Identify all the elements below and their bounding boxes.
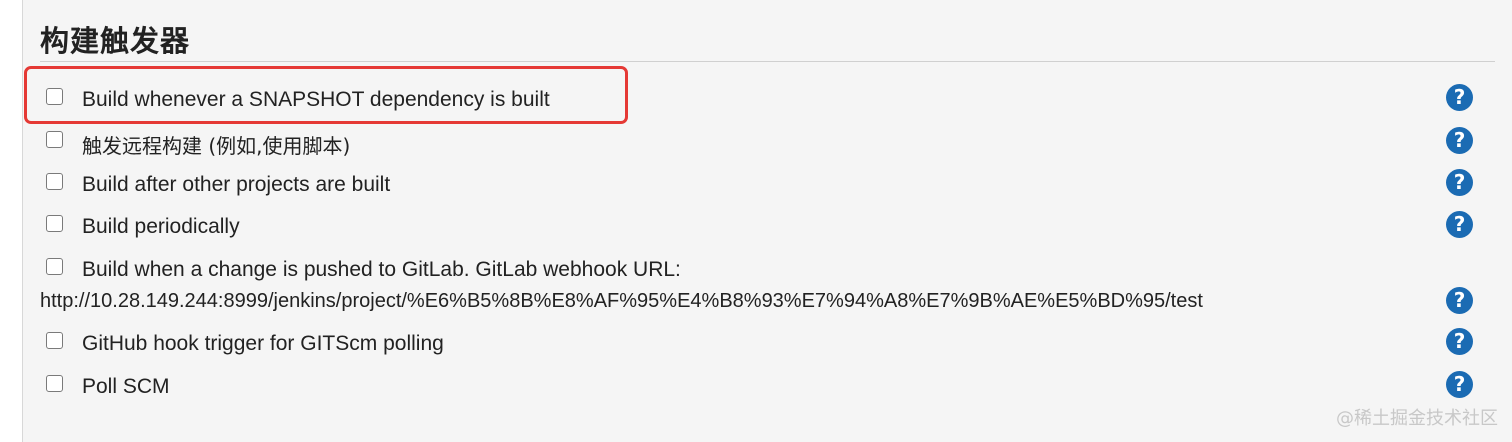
trigger-row-gitlab: Build when a change is pushed to GitLab.… <box>0 252 1512 324</box>
page: 构建触发器 Build whenever a SNAPSHOT dependen… <box>0 0 1512 442</box>
help-glyph: ? <box>1453 372 1466 396</box>
trigger-checkbox-periodically[interactable] <box>46 215 63 232</box>
trigger-label-gitlab[interactable]: Build when a change is pushed to GitLab.… <box>82 258 681 282</box>
trigger-row-remote: 触发远程构建 (例如,使用脚本) ? <box>0 125 1512 161</box>
trigger-label-remote[interactable]: 触发远程构建 (例如,使用脚本) <box>82 130 350 159</box>
help-icon[interactable]: ? <box>1446 169 1473 196</box>
trigger-checkbox-github-hook[interactable] <box>46 332 63 349</box>
help-glyph: ? <box>1453 170 1466 194</box>
help-icon[interactable]: ? <box>1446 84 1473 111</box>
help-glyph: ? <box>1453 212 1466 236</box>
help-icon[interactable]: ? <box>1446 371 1473 398</box>
help-glyph: ? <box>1453 329 1466 353</box>
help-icon[interactable]: ? <box>1446 211 1473 238</box>
gitlab-webhook-url: http://10.28.149.244:8999/jenkins/projec… <box>40 290 1203 312</box>
trigger-row-poll-scm: Poll SCM ? <box>0 369 1512 405</box>
trigger-checkbox-remote[interactable] <box>46 131 63 148</box>
trigger-row-after-other: Build after other projects are built ? <box>0 167 1512 203</box>
help-icon[interactable]: ? <box>1446 127 1473 154</box>
trigger-label-poll-scm[interactable]: Poll SCM <box>82 375 170 399</box>
trigger-label-periodically[interactable]: Build periodically <box>82 215 240 239</box>
trigger-checkbox-poll-scm[interactable] <box>46 375 63 392</box>
trigger-label-github-hook[interactable]: GitHub hook trigger for GITScm polling <box>82 332 444 356</box>
help-icon[interactable]: ? <box>1446 287 1473 314</box>
help-glyph: ? <box>1453 85 1466 109</box>
watermark: @稀土掘金技术社区 <box>1336 408 1498 429</box>
trigger-checkbox-after-other[interactable] <box>46 173 63 190</box>
help-icon[interactable]: ? <box>1446 328 1473 355</box>
trigger-row-github-hook: GitHub hook trigger for GITScm polling ? <box>0 326 1512 362</box>
help-glyph: ? <box>1453 128 1466 152</box>
help-glyph: ? <box>1453 288 1466 312</box>
section-divider <box>40 61 1495 62</box>
section-title: 构建触发器 <box>40 24 191 58</box>
trigger-label-after-other[interactable]: Build after other projects are built <box>82 173 390 197</box>
trigger-row-periodically: Build periodically ? <box>0 209 1512 245</box>
trigger-checkbox-gitlab[interactable] <box>46 258 63 275</box>
highlight-box <box>24 66 628 124</box>
